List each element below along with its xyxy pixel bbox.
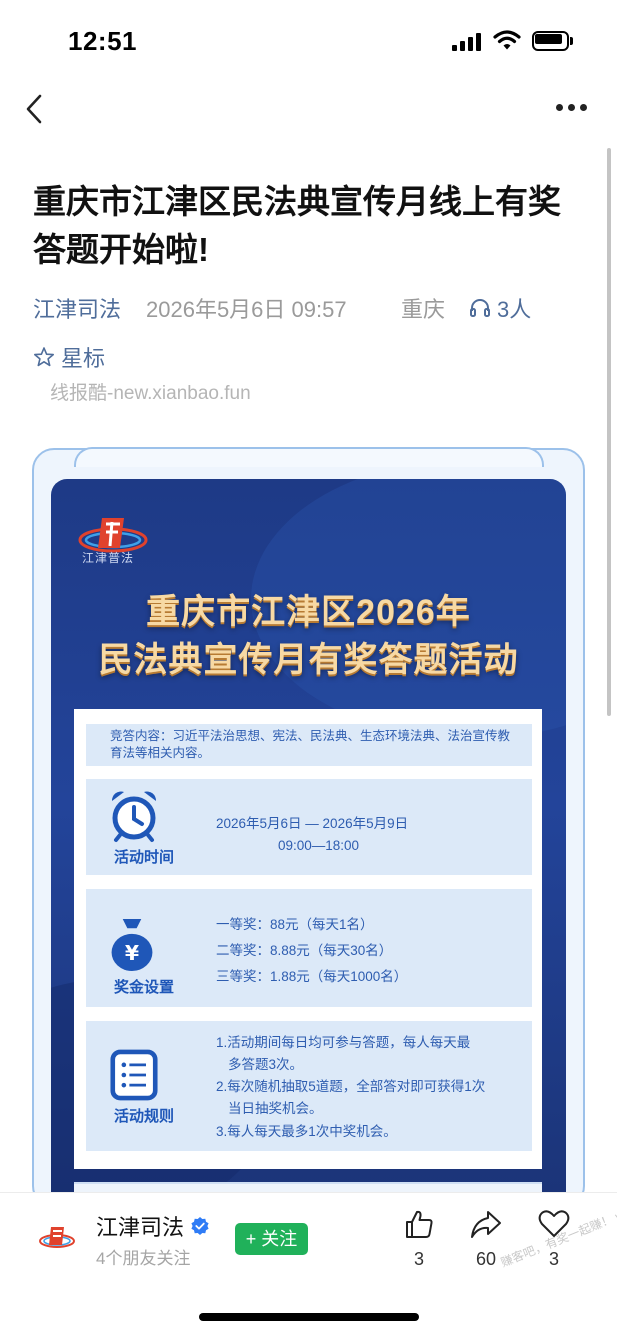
like-count: 3 bbox=[413, 1249, 424, 1269]
star-label: 星标 bbox=[61, 346, 106, 371]
poster-logo-text: 江津普法 bbox=[82, 551, 135, 565]
bottom-author-name[interactable]: 江津司法 bbox=[96, 1210, 210, 1242]
listener-count: 3人 bbox=[497, 297, 532, 322]
prize-line3: 三等奖：1.88元（每天1000名） bbox=[216, 969, 408, 984]
money-bag-icon: ¥ bbox=[111, 919, 153, 971]
activity-time-block: 活动时间 2026年5月6日 — 2026年5月9日 09:00—18:00 bbox=[86, 779, 532, 875]
status-bar: 12:51 bbox=[0, 0, 617, 80]
poster-title-line2: 民法典宣传月有奖答题活动 bbox=[98, 641, 519, 679]
home-indicator bbox=[199, 1313, 419, 1321]
follow-button[interactable]: + 关注 bbox=[235, 1223, 308, 1255]
share-icon bbox=[471, 1211, 501, 1238]
bottom-divider bbox=[0, 1192, 617, 1193]
article-date: 2026年5月6日 09:57 bbox=[146, 297, 347, 322]
prize-block: ¥ 奖金设置 一等奖：88元（每天1名） 二等奖：8.88元（每天30名） 三等… bbox=[86, 889, 532, 1007]
wifi-icon bbox=[493, 30, 521, 50]
article-author-link[interactable]: 江津司法 bbox=[33, 292, 121, 324]
headphone-icon bbox=[470, 299, 490, 317]
svg-text:¥: ¥ bbox=[125, 941, 139, 965]
poster-title: 重庆市江津区2026年 民法典宣传月有奖答题活动 bbox=[51, 588, 566, 684]
status-time: 12:51 bbox=[68, 26, 137, 56]
star-icon bbox=[34, 347, 54, 367]
prize-line1: 一等奖：88元（每天1名） bbox=[216, 917, 374, 932]
activity-time-line2: 09:00—18:00 bbox=[278, 838, 360, 853]
prize-line2: 二等奖：8.88元（每天30名） bbox=[216, 943, 393, 958]
article-title: 重庆市江津区民法典宣传月线上有奖答题开始啦! bbox=[33, 183, 561, 268]
scrollbar[interactable] bbox=[607, 148, 611, 716]
like-icon bbox=[406, 1210, 433, 1238]
more-icon[interactable] bbox=[556, 104, 588, 114]
rules-list-icon bbox=[110, 1049, 158, 1101]
star-button[interactable]: 星标 bbox=[33, 341, 105, 373]
poster-intro: 竞答内容：习近平法治思想、宪法、民法典、生态环境法典、法治宣传教育法等相关内容。 bbox=[86, 724, 532, 766]
like-button[interactable]: 3 bbox=[394, 1207, 444, 1270]
rules-line5: 3.每人每天最多1次中奖机会。 bbox=[216, 1124, 397, 1139]
watermark-text: 线报酷-new.xianbao.fun bbox=[50, 383, 251, 404]
author-avatar[interactable] bbox=[38, 1219, 76, 1257]
listen-button[interactable]: 3人 bbox=[469, 292, 531, 324]
activity-time-label: 活动时间 bbox=[113, 849, 174, 866]
rules-label: 活动规则 bbox=[113, 1108, 174, 1125]
article-region: 重庆 bbox=[401, 297, 446, 322]
author-followers: 4个朋友关注 bbox=[96, 1249, 191, 1268]
bottom-author-name-text: 江津司法 bbox=[96, 1215, 185, 1240]
back-icon[interactable] bbox=[22, 92, 52, 126]
poster-frame-tab bbox=[74, 447, 544, 467]
signal-icon bbox=[452, 33, 482, 51]
rules-block: 活动规则 1.活动期间每日均可参与答题，每人每天最 多答题3次。 2.每次随机抽… bbox=[86, 1021, 532, 1151]
alarm-clock-icon bbox=[111, 791, 157, 842]
poster-title-line1: 重庆市江津区2026年 bbox=[146, 593, 471, 631]
verified-icon bbox=[191, 1217, 209, 1235]
prize-label: 奖金设置 bbox=[113, 979, 174, 996]
battery-icon bbox=[532, 31, 574, 51]
